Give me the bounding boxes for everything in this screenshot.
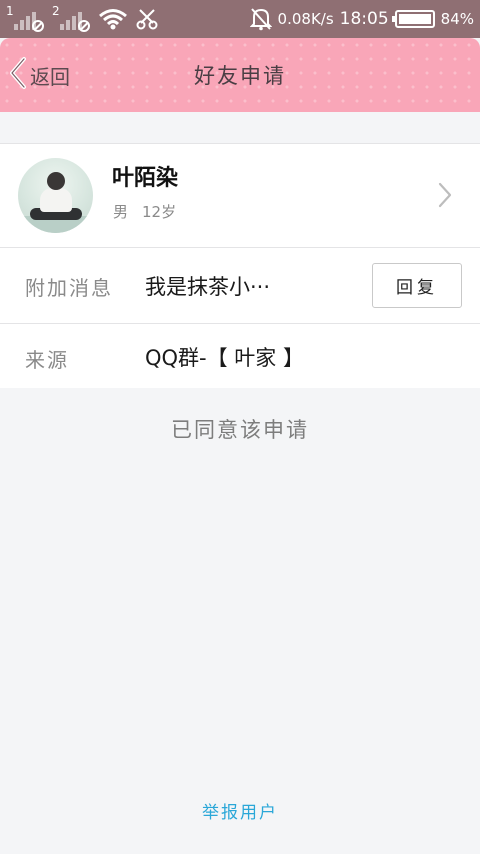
reply-button[interactable]: 回复 [372, 263, 462, 308]
profile-name: 叶陌染 [112, 166, 179, 191]
back-arrow-icon [8, 56, 28, 94]
message-value: 我是抹茶小··· [145, 275, 271, 299]
network-speed: 0.08K/s [277, 10, 334, 28]
chevron-right-icon[interactable] [438, 182, 452, 212]
profile-meta: 男 12岁 [113, 201, 176, 222]
message-row: 附加消息 我是抹茶小··· 回复 [0, 248, 480, 324]
sim1-label: 1 [6, 4, 14, 18]
message-label: 附加消息 [25, 276, 113, 300]
signal-icon-sim2: 2 [52, 4, 90, 32]
source-label: 来源 [25, 348, 69, 372]
report-user-link[interactable]: 举报用户 [0, 798, 480, 823]
battery-percent: 84% [440, 10, 474, 28]
back-label: 返回 [30, 64, 70, 89]
page-title: 好友申请 [194, 64, 286, 88]
bell-off-icon [249, 7, 272, 31]
battery-icon [391, 10, 435, 28]
status-bar: 1 2 0.08K/s 18:05 84% [0, 0, 480, 38]
signal-icon-sim1: 1 [6, 4, 44, 32]
avatar[interactable] [18, 158, 93, 233]
scissor-icon [136, 8, 158, 30]
profile-age: 12岁 [142, 203, 177, 221]
source-row: 来源 QQ群-【 叶家 】 [0, 324, 480, 388]
wifi-icon [98, 8, 128, 30]
back-button[interactable]: 返回 [8, 38, 70, 112]
request-status: 已同意该申请 [171, 418, 309, 442]
sim2-label: 2 [52, 4, 60, 18]
title-bar: 返回 好友申请 [0, 38, 480, 112]
profile-gender: 男 [113, 203, 129, 221]
profile-card[interactable] [0, 143, 480, 248]
clock: 18:05 [339, 9, 389, 29]
source-value: QQ群-【 叶家 】 [145, 346, 304, 370]
